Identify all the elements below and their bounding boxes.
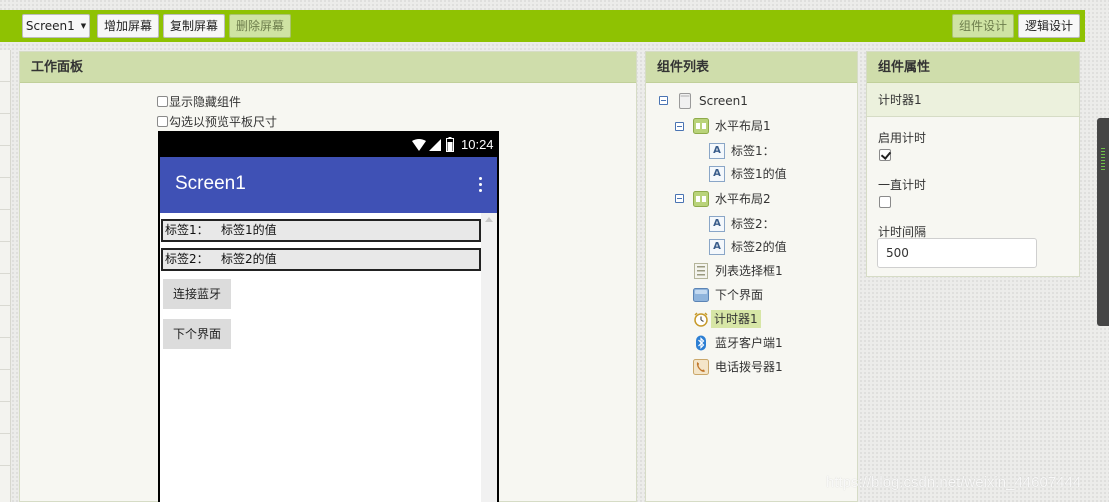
signal-icon	[429, 139, 441, 151]
tablet-preview-checkbox-row[interactable]: 勾选以预览平板尺寸	[157, 114, 277, 130]
list-picker-icon	[694, 263, 708, 279]
label-2: 标签2：	[165, 252, 209, 266]
components-panel: 组件列表 Screen1 水平布局1 A 标签1： A 标签1的值 水平布局2 …	[645, 51, 858, 502]
palette-edge	[0, 50, 11, 502]
tablet-preview-label: 勾选以预览平板尺寸	[169, 115, 278, 129]
delete-screen-button[interactable]: 删除屏幕	[229, 14, 291, 38]
phone-app-bar: Screen1	[160, 157, 497, 213]
next-screen-button[interactable]: 下个界面	[163, 319, 231, 349]
watermark: https://blog.csdn.net/weixin_44607444	[826, 474, 1082, 491]
label-1: 标签1：	[165, 223, 209, 237]
workspace-panel: 工作面板 显示隐藏组件 勾选以预览平板尺寸 10:24 Screen1 标签1：…	[19, 51, 637, 502]
connect-bluetooth-button[interactable]: 连接蓝牙	[163, 279, 231, 309]
tree-item-label-2[interactable]: 标签2：	[731, 215, 775, 233]
screen-icon	[679, 93, 691, 109]
screen-select-dropdown[interactable]: Screen1 ▼	[22, 14, 90, 38]
phone-status-bar: 10:24	[160, 133, 497, 157]
timer-enabled-label: 启用计时	[878, 131, 927, 145]
collapse-h2-toggle-icon[interactable]	[675, 194, 684, 203]
collapse-screen-toggle-icon[interactable]	[659, 96, 668, 105]
phone-call-icon	[693, 359, 709, 375]
tree-item-list-picker[interactable]: 列表选择框1	[715, 262, 783, 280]
bluetooth-icon	[696, 335, 706, 351]
label-2-value: 标签2的值	[221, 252, 277, 266]
tree-item-label-2-value[interactable]: 标签2的值	[731, 238, 787, 256]
add-screen-button[interactable]: 增加屏幕	[97, 14, 159, 38]
clock-icon	[694, 312, 708, 327]
phone-screen-title: Screen1	[175, 173, 246, 194]
timer-interval-input[interactable]	[877, 238, 1037, 268]
horizontal-arrangement-1[interactable]: 标签1： 标签1的值	[161, 219, 481, 242]
horizontal-arrangement-2[interactable]: 标签2： 标签2的值	[161, 248, 481, 271]
top-toolbar: Screen1 ▼ 增加屏幕 复制屏幕 删除屏幕 组件设计 逻辑设计	[0, 10, 1085, 42]
phone-content: 标签1： 标签1的值 标签2： 标签2的值 连接蓝牙 下个界面	[160, 213, 497, 502]
tree-item-next-screen[interactable]: 下个界面	[715, 286, 763, 304]
label-1-value: 标签1的值	[221, 223, 277, 237]
wifi-icon	[412, 139, 426, 151]
properties-panel: 组件属性 计时器1 启用计时 一直计时 计时间隔	[866, 51, 1080, 277]
overflow-menu-icon	[479, 177, 483, 195]
label-icon: A	[709, 216, 725, 232]
tree-item-label-1-value[interactable]: 标签1的值	[731, 165, 787, 183]
scroll-up-arrow-icon	[485, 217, 493, 222]
designer-button[interactable]: 组件设计	[952, 14, 1014, 38]
show-hidden-label: 显示隐藏组件	[169, 95, 242, 109]
properties-title: 组件属性	[867, 52, 1079, 83]
timer-always-fires-label: 一直计时	[878, 178, 927, 192]
workspace-title: 工作面板	[20, 52, 636, 83]
tree-item-horizontal-1[interactable]: 水平布局1	[715, 117, 771, 135]
battery-icon	[446, 137, 454, 152]
timer-always-fires-checkbox[interactable]	[879, 196, 891, 208]
label-icon: A	[709, 166, 725, 182]
dropdown-caret-icon: ▼	[80, 22, 87, 30]
collapse-h1-toggle-icon[interactable]	[675, 122, 684, 131]
label-icon: A	[709, 239, 725, 255]
tree-item-horizontal-2[interactable]: 水平布局2	[715, 190, 771, 208]
copy-screen-button[interactable]: 复制屏幕	[163, 14, 225, 38]
blocks-button[interactable]: 逻辑设计	[1018, 14, 1080, 38]
show-hidden-checkbox-row[interactable]: 显示隐藏组件	[157, 94, 241, 110]
tree-item-phone-call[interactable]: 电话拨号器1	[715, 358, 783, 376]
tree-item-screen1[interactable]: Screen1	[699, 92, 748, 110]
selected-component-name: 计时器1	[867, 83, 1079, 117]
phone-scrollbar[interactable]	[481, 213, 497, 502]
button-icon	[693, 288, 709, 302]
tree-item-timer[interactable]: 计时器1	[711, 310, 761, 328]
tablet-preview-checkbox[interactable]	[157, 116, 168, 127]
components-title: 组件列表	[646, 52, 857, 83]
horizontal-arrangement-icon	[693, 118, 709, 134]
status-time: 10:24	[461, 137, 494, 152]
tree-item-bluetooth-client[interactable]: 蓝牙客户端1	[715, 334, 783, 352]
screen-select-label: Screen1	[25, 19, 75, 33]
show-hidden-checkbox[interactable]	[157, 96, 168, 107]
timer-enabled-checkbox[interactable]	[879, 149, 891, 161]
tree-item-label-1[interactable]: 标签1：	[731, 142, 775, 160]
phone-preview: 10:24 Screen1 标签1： 标签1的值 标签2： 标签2的值 连接蓝牙…	[158, 131, 499, 502]
horizontal-arrangement-icon	[693, 191, 709, 207]
page-scrollbar[interactable]	[1097, 118, 1109, 326]
label-icon: A	[709, 143, 725, 159]
